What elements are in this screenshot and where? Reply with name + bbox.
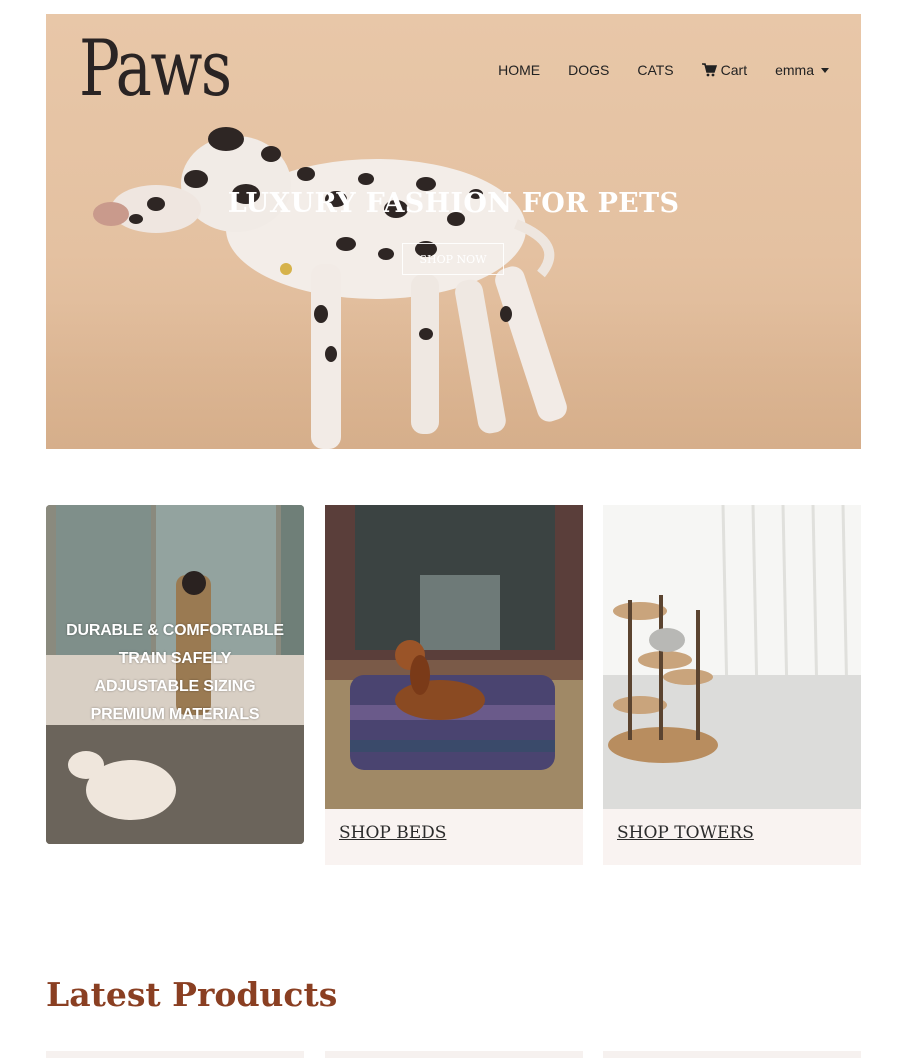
nav-user-menu[interactable]: emma	[775, 62, 829, 78]
hero-title: LUXURY FASHION FOR PETS	[227, 188, 680, 219]
nav-dogs[interactable]: DOGS	[568, 62, 609, 78]
shop-beds-link[interactable]: SHOP BEDS	[339, 823, 446, 843]
feature-item: ADJUSTABLE SIZING	[94, 678, 256, 695]
nav-home[interactable]: HOME	[498, 62, 540, 78]
latest-products-heading: Latest Products	[46, 975, 338, 1014]
product-card[interactable]	[46, 1051, 304, 1058]
cart-icon	[701, 63, 717, 77]
features-card: DURABLE & COMFORTABLE TRAIN SAFELY ADJUS…	[46, 505, 304, 844]
shop-now-button[interactable]: SHOP NOW	[402, 243, 504, 275]
caret-down-icon	[821, 67, 829, 73]
shop-towers-link[interactable]: SHOP TOWERS	[617, 823, 754, 843]
nav-cart[interactable]: Cart	[701, 62, 748, 78]
feature-item: TRAIN SAFELY	[118, 650, 232, 667]
shop-towers-card[interactable]: SHOP TOWERS	[603, 505, 861, 865]
feature-item: DURABLE & COMFORTABLE	[66, 622, 284, 639]
feature-item: PREMIUM MATERIALS	[90, 706, 260, 723]
nav-cats[interactable]: CATS	[637, 62, 673, 78]
dog-on-bed-image	[325, 505, 583, 809]
shop-beds-card[interactable]: SHOP BEDS	[325, 505, 583, 865]
product-card[interactable]	[325, 1051, 583, 1058]
site-logo[interactable]: Paws	[79, 24, 232, 114]
nav-cart-label: Cart	[720, 62, 748, 78]
hero-banner: Paws HOME DOGS CATS Cart emma LUXURY FAS…	[46, 14, 861, 449]
nav-user-label: emma	[775, 62, 814, 78]
features-list: DURABLE & COMFORTABLE TRAIN SAFELY ADJUS…	[46, 617, 304, 729]
main-nav: HOME DOGS CATS Cart emma	[498, 62, 829, 78]
cat-tower-image	[603, 505, 861, 809]
product-card[interactable]	[603, 1051, 861, 1058]
